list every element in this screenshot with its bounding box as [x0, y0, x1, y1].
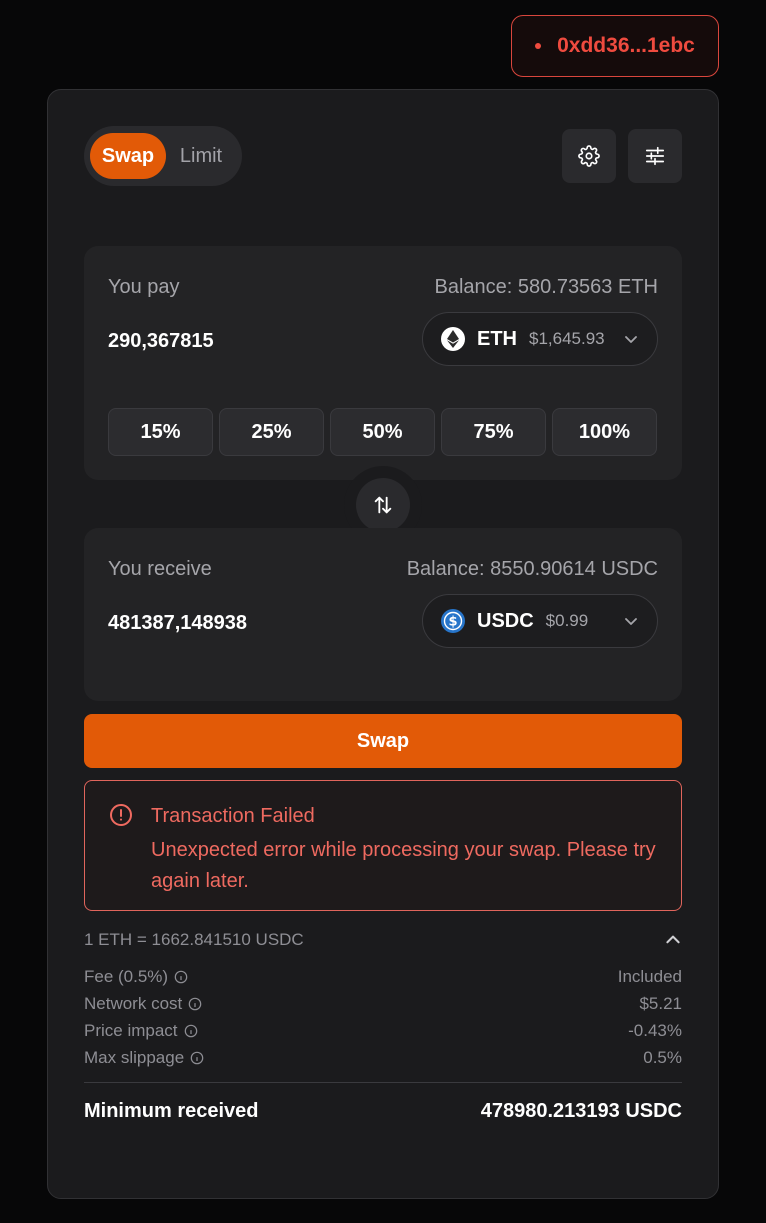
detail-label: Fee (0.5%): [84, 967, 169, 986]
detail-value: 0.5%: [643, 1048, 682, 1067]
swap-arrows-icon: [374, 496, 392, 514]
minimum-received-row: Minimum received 478980.213193 USDC: [84, 1100, 682, 1123]
exchange-rate: 1 ETH = 1662.841510 USDC: [84, 930, 304, 949]
detail-label: Network cost: [84, 994, 183, 1013]
chevron-down-icon: [625, 618, 637, 625]
minimum-received-label: Minimum received: [84, 1100, 259, 1122]
detail-price-impact: Price impact -0.43%: [84, 1021, 682, 1041]
flip-tokens-button[interactable]: [356, 478, 410, 532]
swap-button[interactable]: Swap: [84, 714, 682, 768]
info-icon[interactable]: [190, 1051, 204, 1065]
info-icon[interactable]: [174, 970, 188, 984]
receive-balance: Balance: 8550.90614 USDC: [406, 558, 658, 580]
detail-label: Max slippage: [84, 1048, 185, 1067]
minimum-received-value: 478980.213193 USDC: [480, 1100, 682, 1122]
filter-settings-button[interactable]: [628, 129, 682, 183]
pay-amount-input[interactable]: 290,367815: [108, 330, 214, 353]
detail-label: Price impact: [84, 1021, 178, 1040]
percent-15-button[interactable]: 15%: [108, 408, 213, 456]
detail-max-slippage: Max slippage 0.5%: [84, 1048, 682, 1068]
divider: [84, 1082, 682, 1083]
usdc-icon: $: [441, 609, 465, 633]
detail-fee: Fee (0.5%) Included: [84, 967, 682, 987]
info-icon[interactable]: [188, 997, 202, 1011]
percent-100-button[interactable]: 100%: [552, 408, 657, 456]
svg-text:$: $: [448, 615, 457, 630]
receive-token-price: $0.99: [545, 611, 589, 630]
alert-circle-icon: [110, 804, 132, 826]
receive-token-selector[interactable]: $ USDC $0.99: [422, 594, 658, 648]
info-icon[interactable]: [184, 1024, 198, 1038]
rate-row[interactable]: 1 ETH = 1662.841510 USDC: [84, 928, 682, 952]
gear-icon: [578, 145, 600, 167]
settings-button[interactable]: [562, 129, 616, 183]
swap-card: Swap Limit You pay Balance: 580.73563 ET…: [47, 89, 719, 1199]
tab-swap[interactable]: Swap: [90, 133, 166, 179]
detail-value: Included: [617, 967, 682, 986]
pay-balance: Balance: 580.73563 ETH: [434, 276, 659, 298]
wallet-address-button[interactable]: 0xdd36...1ebc: [511, 15, 719, 77]
ethereum-icon: [441, 327, 465, 351]
receive-amount-input[interactable]: 481387,148938: [108, 612, 247, 635]
detail-value: $5.21: [639, 994, 682, 1013]
status-dot-icon: [535, 43, 542, 49]
pay-token-price: $1,645.93: [529, 329, 605, 348]
detail-network-cost: Network cost $5.21: [84, 994, 682, 1014]
error-alert: Transaction Failed Unexpected error whil…: [84, 780, 682, 911]
error-title: Transaction Failed: [151, 805, 315, 827]
tab-limit[interactable]: Limit: [166, 133, 236, 179]
sliders-icon: [645, 146, 665, 166]
percent-options: 15% 25% 50% 75% 100%: [108, 408, 657, 456]
pay-panel: You pay Balance: 580.73563 ETH 290,36781…: [84, 246, 682, 480]
receive-panel: You receive Balance: 8550.90614 USDC 481…: [84, 528, 682, 701]
chevron-up-icon[interactable]: [664, 931, 682, 949]
receive-label: You receive: [108, 558, 212, 580]
pay-token-selector[interactable]: ETH $1,645.93: [422, 312, 658, 366]
pay-token-symbol: ETH: [477, 327, 517, 350]
percent-50-button[interactable]: 50%: [330, 408, 435, 456]
error-message: Unexpected error while processing your s…: [151, 839, 656, 892]
receive-token-symbol: USDC: [477, 609, 534, 632]
percent-25-button[interactable]: 25%: [219, 408, 324, 456]
pay-label: You pay: [108, 276, 180, 298]
percent-75-button[interactable]: 75%: [441, 408, 546, 456]
wallet-address: 0xdd36...1ebc: [557, 34, 695, 57]
mode-toggle: Swap Limit: [84, 126, 242, 186]
chevron-down-icon: [625, 336, 637, 343]
detail-value: -0.43%: [628, 1021, 682, 1040]
